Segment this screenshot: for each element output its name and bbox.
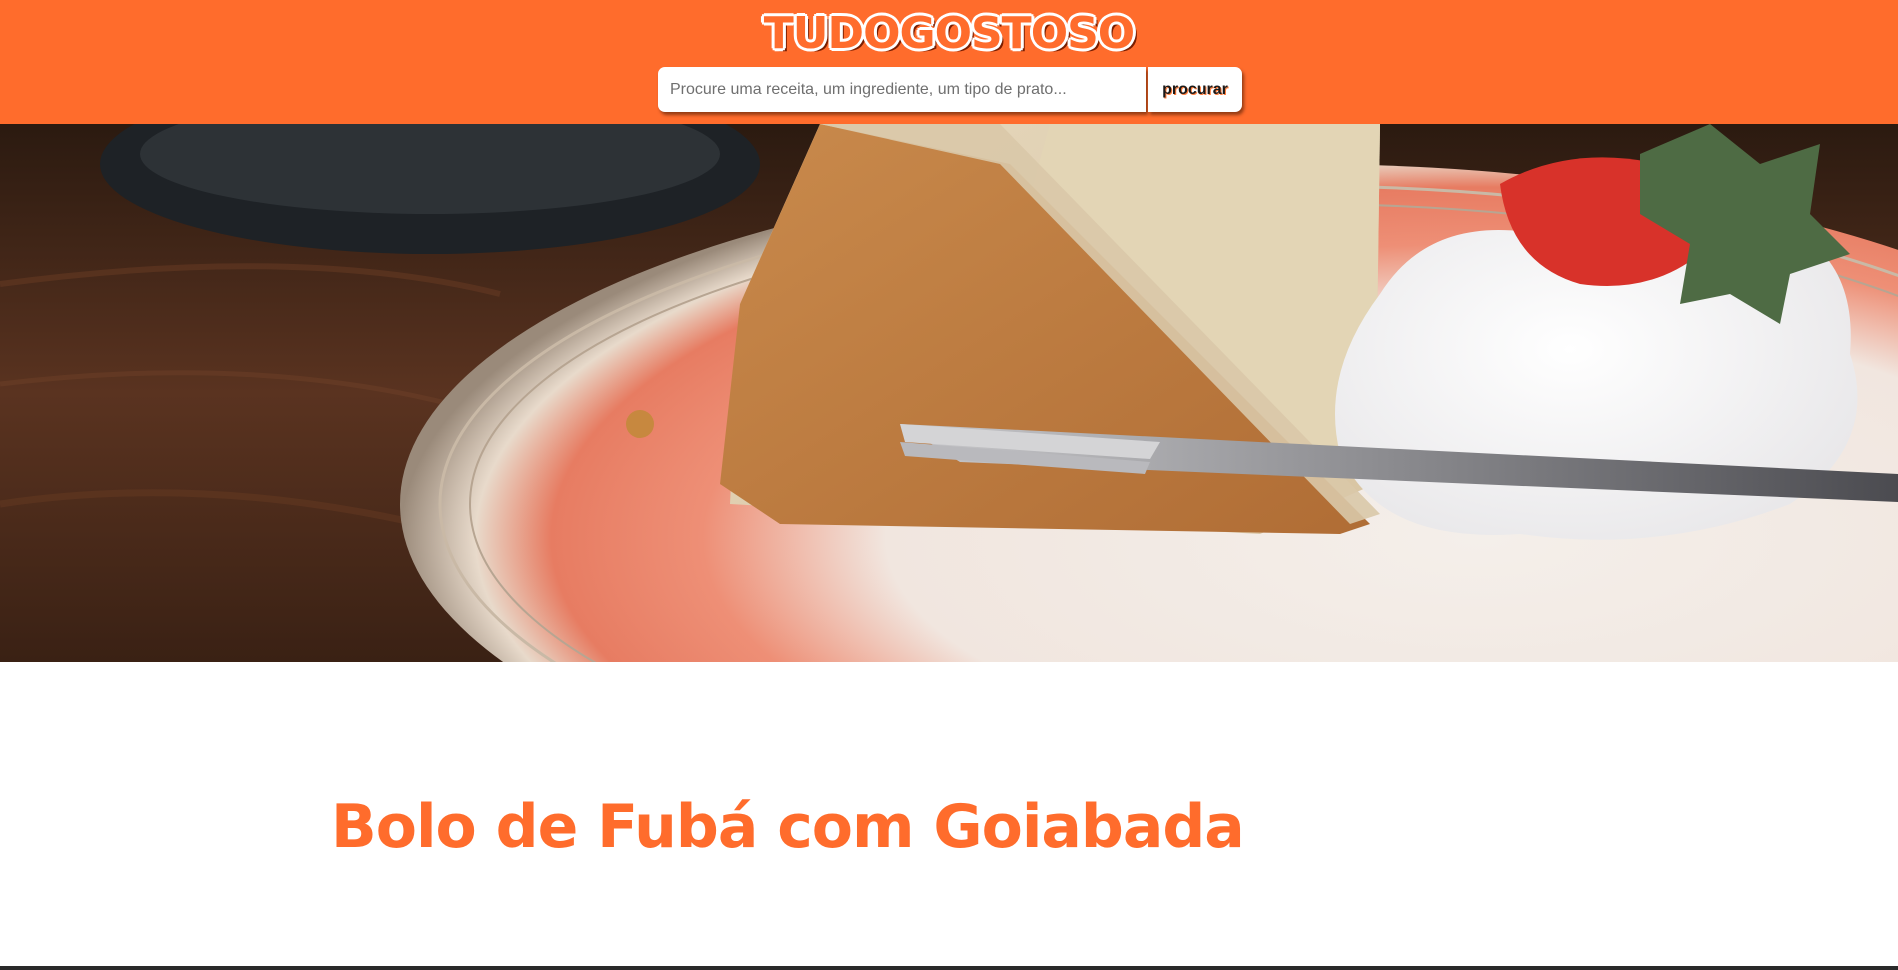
recipe-header: Bolo de Fubá com Goiabada	[0, 662, 1898, 966]
hero-illustration	[0, 124, 1898, 662]
logo-text[interactable]: TUDOGOSTOSO	[764, 8, 1135, 60]
divider	[0, 966, 1898, 970]
search-button[interactable]: procurar	[1148, 67, 1242, 112]
search-bar: procurar	[658, 67, 1242, 112]
recipe-title: Bolo de Fubá com Goiabada	[331, 792, 1245, 862]
hero-image	[0, 124, 1898, 662]
logo[interactable]: TUDOGOSTOSO	[0, 8, 1898, 60]
site-header: TUDOGOSTOSO procurar	[0, 0, 1898, 124]
search-input[interactable]	[658, 67, 1146, 112]
